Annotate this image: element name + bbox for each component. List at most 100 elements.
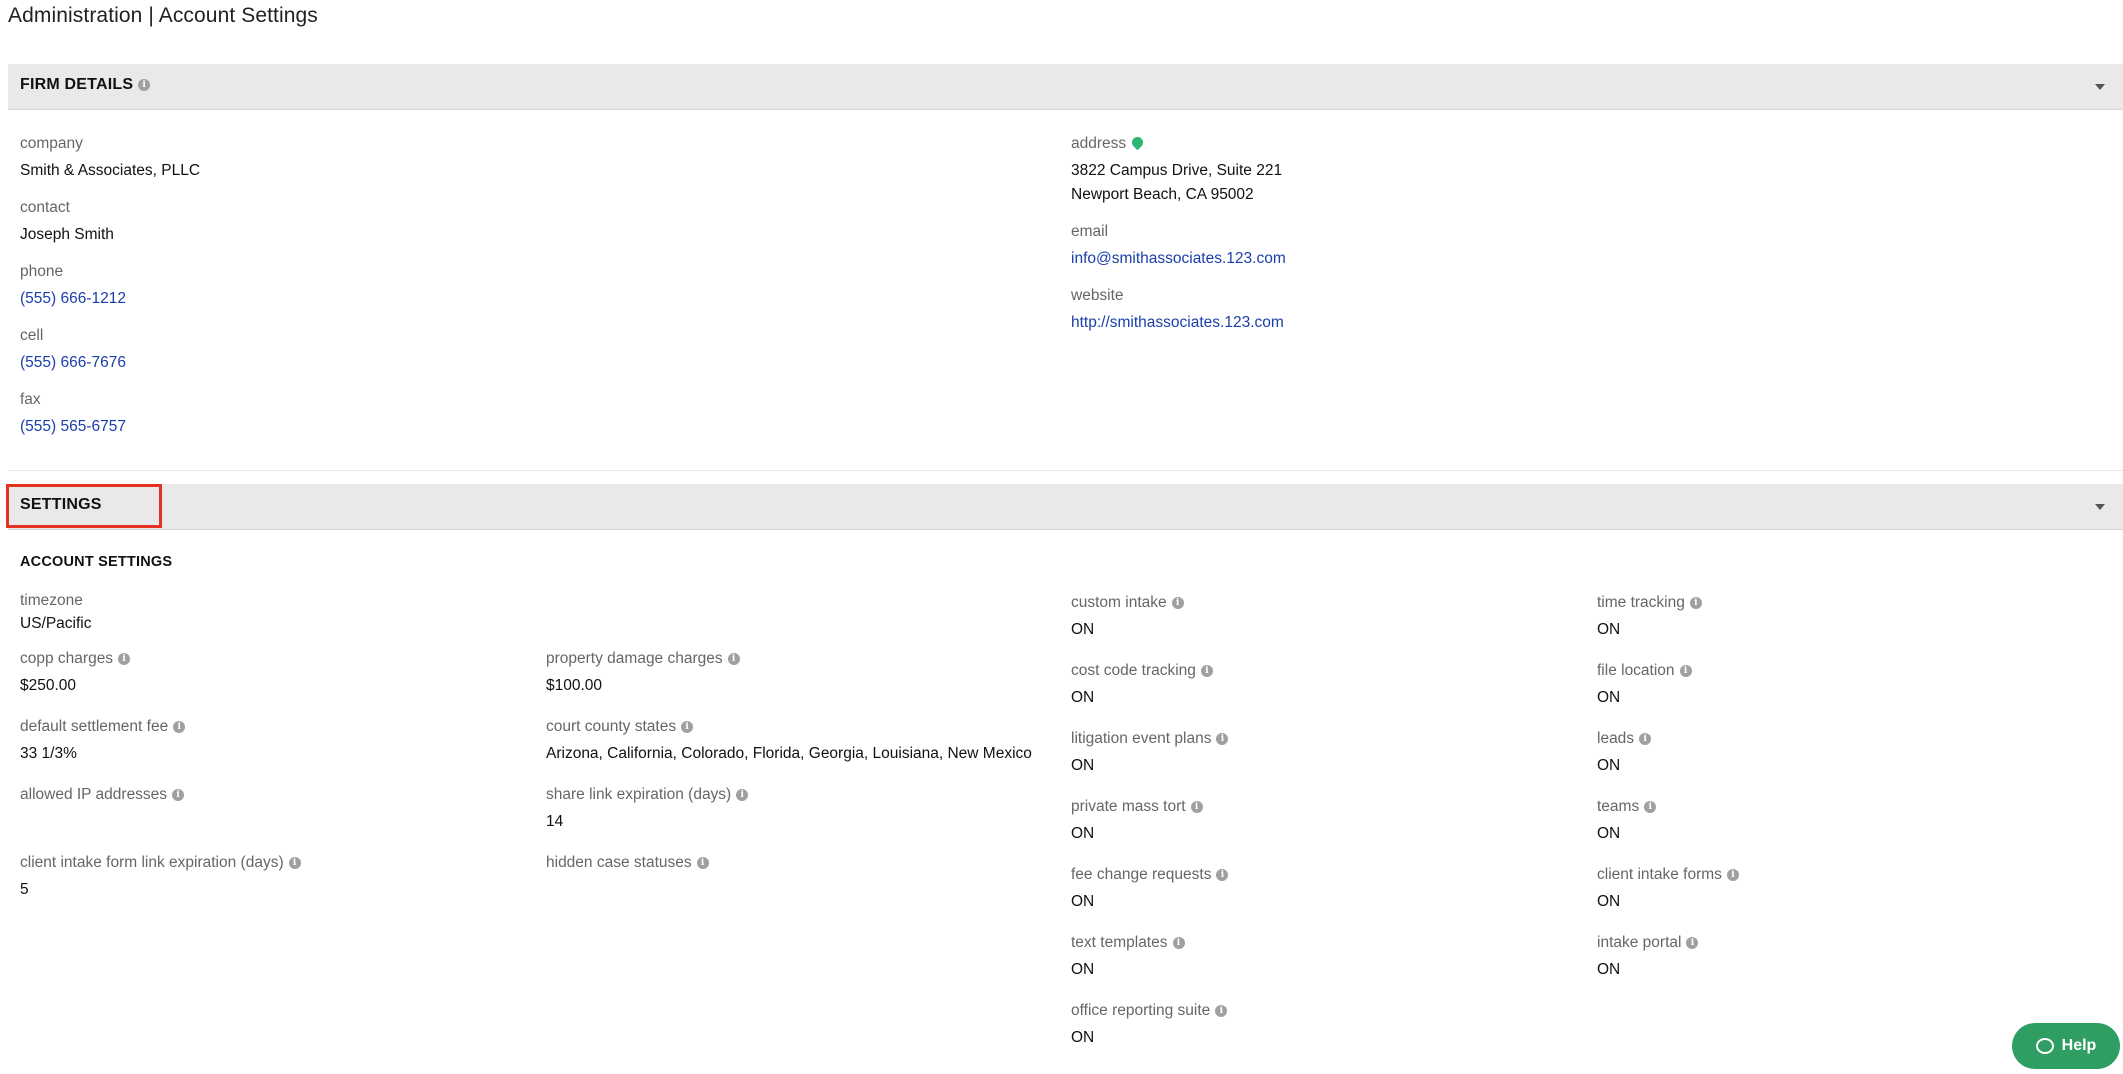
office-reporting-suite-value: ON [1071, 1029, 1095, 1046]
info-icon[interactable]: i [138, 79, 151, 91]
info-icon[interactable]: i [696, 857, 709, 869]
time-tracking-label: time tracking i [1597, 594, 1702, 612]
copp-charges-field: copp charges i $250.00 [20, 650, 131, 696]
client-intake-forms-value: ON [1597, 893, 1621, 910]
info-icon[interactable]: i [1679, 665, 1692, 677]
teams-label: teams i [1597, 798, 1657, 816]
time-tracking-field: time tracking i ON [1597, 594, 1702, 640]
share-link-expiration-label: share link expiration (days) i [546, 786, 749, 804]
settings-header[interactable]: SETTINGS [8, 484, 2123, 530]
share-link-expiration-value: 14 [546, 813, 564, 830]
help-label: Help [2061, 1037, 2097, 1054]
copp-charges-value: $250.00 [20, 677, 77, 694]
info-icon[interactable]: i [1171, 597, 1184, 609]
intake-form-link-expiration-value: 5 [20, 881, 29, 898]
cost-code-tracking-value: ON [1071, 689, 1095, 706]
leads-field: leads i ON [1597, 730, 1652, 776]
office-reporting-suite-label: office reporting suite i [1071, 1002, 1228, 1020]
fax-link[interactable]: (555) 565-6757 [20, 417, 126, 437]
info-icon[interactable]: i [1639, 733, 1652, 745]
page-title: Administration | Account Settings [8, 4, 318, 27]
chat-bubble-icon [2035, 1038, 2054, 1054]
allowed-ip-label: allowed IP addresses i [20, 786, 185, 804]
email-label: email [1071, 223, 1109, 240]
private-mass-tort-label: private mass tort i [1071, 798, 1203, 816]
firm-details-header[interactable]: FIRM DETAILS i [8, 64, 2123, 110]
text-templates-field: text templates i ON [1071, 934, 1185, 980]
text-templates-label: text templates i [1071, 934, 1185, 952]
fee-change-requests-value: ON [1071, 893, 1095, 910]
leads-label: leads i [1597, 730, 1652, 748]
teams-field: teams i ON [1597, 798, 1657, 844]
share-link-expiration-field: share link expiration (days) i 14 [546, 786, 749, 832]
property-damage-charges-label: property damage charges i [546, 650, 740, 668]
info-icon[interactable]: i [1644, 801, 1657, 813]
company-value: Smith & Associates, PLLC [20, 162, 201, 179]
fee-change-requests-label: fee change requests i [1071, 866, 1229, 884]
info-icon[interactable]: i [172, 789, 185, 801]
info-icon[interactable]: i [1215, 1005, 1228, 1017]
time-tracking-value: ON [1597, 621, 1621, 638]
default-settlement-fee-field: default settlement fee i 33 1/3% [20, 718, 186, 764]
address-line2: Newport Beach, CA 95002 [1071, 186, 1254, 203]
custom-intake-value: ON [1071, 621, 1095, 638]
info-icon[interactable]: i [681, 721, 694, 733]
company-field: company Smith & Associates, PLLC [20, 135, 200, 181]
info-icon[interactable]: i [1726, 869, 1739, 881]
info-icon[interactable]: i [173, 721, 186, 733]
file-location-label: file location i [1597, 662, 1692, 680]
timezone-field: timezone US/Pacific [20, 592, 92, 634]
phone-label: phone [20, 263, 64, 280]
company-label: company [20, 135, 83, 152]
info-icon[interactable]: i [1686, 937, 1699, 949]
info-icon[interactable]: i [118, 653, 131, 665]
contact-label: contact [20, 199, 70, 216]
chevron-down-icon[interactable] [2095, 504, 2105, 510]
info-icon[interactable]: i [736, 789, 749, 801]
section-divider [8, 470, 2123, 471]
custom-intake-field: custom intake i ON [1071, 594, 1184, 640]
info-icon[interactable]: i [1689, 597, 1702, 609]
info-icon[interactable]: i [1216, 733, 1229, 745]
client-intake-forms-field: client intake forms i ON [1597, 866, 1739, 912]
hidden-case-statuses-field: hidden case statuses i [546, 854, 709, 880]
firm-details-title: FIRM DETAILS i [20, 76, 151, 94]
phone-link[interactable]: (555) 666-1212 [20, 289, 126, 309]
website-label: website [1071, 287, 1124, 304]
info-icon[interactable]: i [1172, 937, 1185, 949]
default-settlement-fee-label: default settlement fee i [20, 718, 186, 736]
teams-value: ON [1597, 825, 1621, 842]
info-icon[interactable]: i [288, 857, 301, 869]
intake-portal-label: intake portal i [1597, 934, 1699, 952]
allowed-ip-field: allowed IP addresses i [20, 786, 185, 812]
timezone-value: US/Pacific [20, 615, 92, 632]
phone-field: phone (555) 666-1212 [20, 263, 126, 309]
info-icon[interactable]: i [1190, 801, 1203, 813]
info-icon[interactable]: i [1216, 869, 1229, 881]
contact-field: contact Joseph Smith [20, 199, 114, 245]
client-intake-forms-label: client intake forms i [1597, 866, 1739, 884]
info-icon[interactable]: i [1200, 665, 1213, 677]
help-button[interactable]: Help [2012, 1023, 2120, 1069]
chevron-down-icon[interactable] [2095, 84, 2105, 90]
litigation-event-plans-value: ON [1071, 757, 1095, 774]
intake-portal-field: intake portal i ON [1597, 934, 1699, 980]
hidden-case-statuses-label: hidden case statuses i [546, 854, 709, 872]
account-settings-subheader: ACCOUNT SETTINGS [20, 554, 173, 570]
email-link[interactable]: info@smithassociates.123.com [1071, 249, 1286, 269]
info-icon[interactable]: i [727, 653, 740, 665]
cell-link[interactable]: (555) 666-7676 [20, 353, 126, 373]
fee-change-requests-field: fee change requests i ON [1071, 866, 1229, 912]
intake-form-link-expiration-label: client intake form link expiration (days… [20, 854, 301, 872]
cell-label: cell [20, 327, 44, 344]
private-mass-tort-field: private mass tort i ON [1071, 798, 1203, 844]
cost-code-tracking-field: cost code tracking i ON [1071, 662, 1213, 708]
cost-code-tracking-label: cost code tracking i [1071, 662, 1213, 680]
court-county-states-field: court county states i Arizona, California… [546, 718, 1032, 764]
litigation-event-plans-label: litigation event plans i [1071, 730, 1229, 748]
text-templates-value: ON [1071, 961, 1095, 978]
map-pin-icon[interactable] [1129, 134, 1146, 151]
website-link[interactable]: http://smithassociates.123.com [1071, 313, 1284, 333]
default-settlement-fee-value: 33 1/3% [20, 745, 77, 762]
custom-intake-label: custom intake i [1071, 594, 1184, 612]
